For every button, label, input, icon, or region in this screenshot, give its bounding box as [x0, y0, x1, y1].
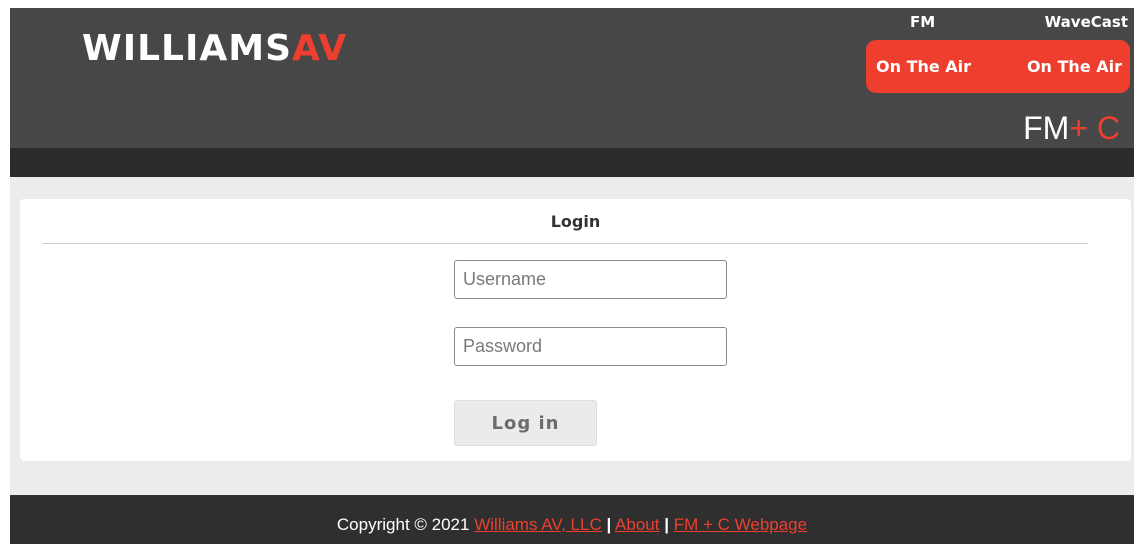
copyright-text: Copyright © 2021 — [336, 515, 470, 534]
product-name: FM+ C — [1023, 112, 1120, 144]
page: WILLIAMS AV FM WaveCast On The Air On Th… — [0, 0, 1134, 544]
password-input[interactable] — [454, 327, 727, 366]
product-plus: + — [1069, 110, 1088, 146]
fm-status-label: FM — [910, 13, 936, 31]
header: WILLIAMS AV FM WaveCast On The Air On Th… — [10, 8, 1134, 148]
username-input[interactable] — [454, 260, 727, 299]
footer-separator: | — [664, 515, 669, 534]
on-air-indicator: On The Air On The Air — [866, 40, 1130, 93]
williams-av-link[interactable]: Williams AV, LLC — [474, 515, 602, 534]
footer-separator: | — [606, 515, 612, 534]
fm-c-webpage-link[interactable]: FM + C Webpage — [674, 515, 807, 534]
login-card: Login Log in — [20, 199, 1131, 461]
wavecast-status-label: WaveCast — [1044, 13, 1128, 31]
login-divider — [42, 243, 1088, 244]
status-labels: FM WaveCast — [866, 13, 1130, 33]
login-button[interactable]: Log in — [454, 400, 597, 446]
logo-text-right: AV — [292, 27, 348, 69]
logo-text-left: WILLIAMS — [82, 27, 292, 69]
wavecast-on-air-status: On The Air — [1026, 57, 1122, 76]
brand-logo[interactable]: WILLIAMS AV — [82, 27, 348, 69]
header-band — [10, 148, 1134, 177]
login-title: Login — [550, 212, 601, 231]
main-content: Login Log in — [10, 177, 1134, 495]
product-fm: FM — [1023, 110, 1070, 146]
footer-text: Copyright © 2021 Williams AV, LLC | Abou… — [10, 515, 1134, 535]
about-link[interactable]: About — [615, 515, 659, 534]
fm-on-air-status: On The Air — [876, 57, 972, 76]
product-c: C — [1096, 110, 1120, 146]
footer: Copyright © 2021 Williams AV, LLC | Abou… — [10, 495, 1134, 544]
